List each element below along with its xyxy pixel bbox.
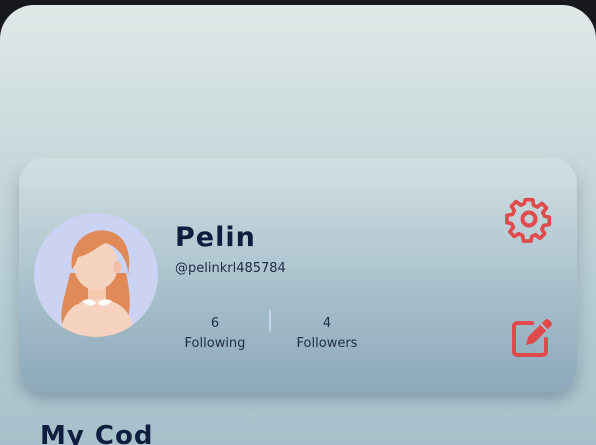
- edit-icon: [512, 319, 552, 357]
- profile-card: Pelin @pelinkrl485784 6 Following 4 Foll…: [19, 158, 577, 392]
- woman-avatar-icon: [60, 230, 134, 337]
- following-label: Following: [184, 336, 246, 351]
- following-stat[interactable]: 6 Following: [165, 314, 265, 354]
- gear-icon: [505, 197, 552, 243]
- following-count: 6: [210, 316, 220, 331]
- profile-screen: Pelin @pelinkrl485784 6 Following 4 Foll…: [0, 5, 596, 445]
- profile-handle: @pelinkrl485784: [175, 261, 286, 276]
- stat-divider: [269, 310, 271, 332]
- edit-profile-button[interactable]: [510, 315, 554, 359]
- avatar[interactable]: [34, 213, 158, 337]
- section-title: My Cod: [40, 421, 154, 445]
- followers-stat[interactable]: 4 Followers: [277, 314, 377, 354]
- followers-label: Followers: [296, 336, 358, 351]
- settings-button[interactable]: [504, 194, 554, 244]
- profile-name: Pelin: [175, 222, 256, 253]
- followers-count: 4: [322, 316, 332, 331]
